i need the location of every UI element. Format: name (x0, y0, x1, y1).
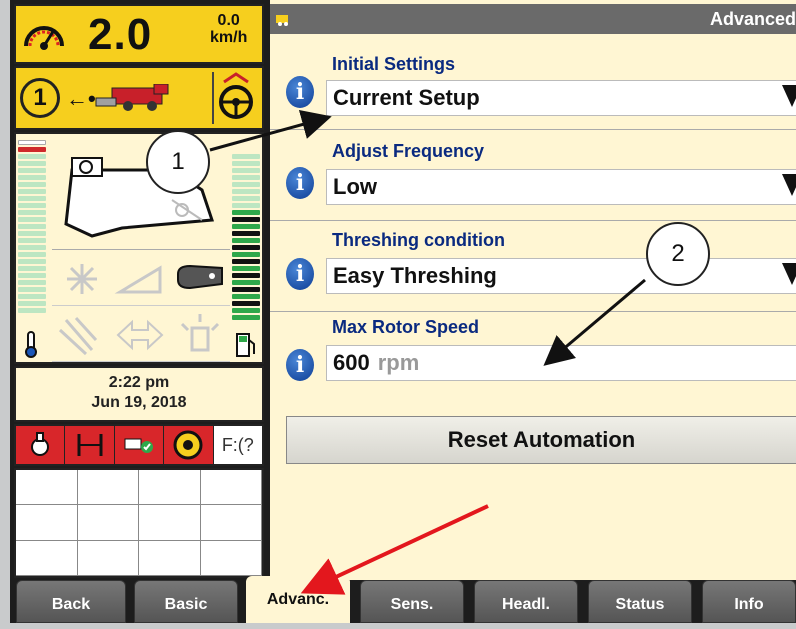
tab-status[interactable]: Status (588, 580, 692, 623)
clock-date: Jun 19, 2018 (91, 394, 187, 411)
rotor-speed-value: 600 (333, 350, 370, 375)
alarm-strip: F:(? (14, 424, 264, 466)
adjust-frequency-dropdown[interactable]: Low (326, 169, 796, 205)
speedometer-icon (24, 26, 64, 50)
alarm-gearbox[interactable] (164, 426, 214, 464)
setting-threshing-condition: i Threshing condition Easy Threshing (270, 222, 796, 312)
dropdown-arrow-icon (782, 174, 796, 196)
setting-label: Adjust Frequency (332, 141, 485, 161)
panel-title: Advanced (709, 9, 796, 29)
thermometer-icon (25, 331, 37, 358)
beacon-icon (180, 314, 220, 352)
steering-box (212, 72, 258, 124)
initial-settings-dropdown[interactable]: Current Setup (326, 80, 796, 116)
fan-icon (67, 264, 97, 294)
combine-small-icon (276, 15, 288, 26)
alarm-engine[interactable] (16, 426, 66, 464)
speed-small-value: 0.0 (217, 12, 240, 29)
setting-value: 600 rpm (333, 350, 419, 376)
setting-value: Current Setup (333, 85, 480, 110)
tab-advanced[interactable]: Advanc. (246, 576, 350, 623)
gear-panel: 1 ←• (14, 66, 264, 130)
header-width-icon (77, 434, 103, 456)
alarm-header-width[interactable] (65, 426, 115, 464)
dropdown-arrow-icon (782, 263, 796, 285)
gearbox-icon (173, 430, 203, 460)
tab-basic[interactable]: Basic (134, 580, 238, 623)
left-level-gauge (18, 140, 46, 330)
panel-title-bar: Advanced (270, 4, 796, 34)
info-icon[interactable]: i (286, 167, 314, 199)
harvest-ok-icon (124, 438, 154, 453)
callout-2: 2 (646, 222, 710, 286)
tab-info[interactable]: Info (702, 580, 796, 623)
setting-value: Low (333, 174, 377, 199)
right-level-gauge (232, 154, 260, 334)
setting-label: Threshing condition (332, 230, 505, 250)
clock-panel: 2:22 pm Jun 19, 2018 (14, 366, 264, 422)
threshing-condition-dropdown[interactable]: Easy Threshing (326, 258, 796, 294)
reset-automation-button[interactable]: Reset Automation (286, 416, 796, 464)
icon-row-2 (52, 308, 230, 362)
tab-headland[interactable]: Headl. (474, 580, 578, 623)
setting-label: Initial Settings (332, 54, 456, 74)
tab-back[interactable]: Back (16, 580, 126, 623)
concave-icon (114, 265, 162, 294)
speed-secondary: 0.0 km/h (210, 12, 247, 46)
engine-temp-icon (31, 432, 50, 456)
tab-sensors[interactable]: Sens. (360, 580, 464, 623)
steering-wheel-icon (219, 72, 253, 119)
gear-indicator: 1 (20, 78, 60, 118)
info-icon[interactable]: i (286, 258, 314, 290)
rotor-speed-unit: rpm (377, 350, 420, 375)
dropdown-arrow-icon (782, 85, 796, 107)
alarm-harvest[interactable] (115, 426, 165, 464)
speed-value: 2.0 (88, 10, 153, 59)
icon-row-1 (52, 252, 230, 306)
direction-arrow: ←• (66, 86, 96, 111)
info-icon[interactable]: i (286, 76, 314, 108)
machine-status-panel (14, 132, 264, 364)
speed-unit: km/h (210, 29, 248, 46)
advanced-settings-panel: Advanced i Initial Settings Current Setu… (270, 0, 796, 580)
setting-adjust-frequency: i Adjust Frequency Low (270, 131, 796, 221)
sieve-icon (177, 264, 223, 290)
speed-panel: 2.0 0.0 km/h (14, 4, 264, 64)
double-arrow-icon (116, 319, 164, 351)
clock-time: 2:22 pm (108, 374, 170, 391)
combine-icon (95, 84, 169, 111)
setting-value: Easy Threshing (333, 263, 497, 288)
fuel-icon (236, 333, 255, 357)
info-icon[interactable]: i (286, 349, 314, 381)
setting-label: Max Rotor Speed (332, 317, 480, 337)
setting-max-rotor-speed: i Max Rotor Speed 600 rpm (270, 313, 796, 403)
bottom-tab-bar: Back Basic Advanc. Sens. Headl. Status I… (10, 576, 796, 623)
setting-initial-settings: i Initial Settings Current Setup (270, 40, 796, 130)
empty-alarm-grid (14, 468, 264, 578)
spray-icon (58, 316, 98, 356)
max-rotor-speed-field[interactable]: 600 rpm (326, 345, 796, 381)
callout-1: 1 (146, 130, 210, 194)
alarm-fuel-unknown[interactable]: F:(? (213, 426, 263, 464)
